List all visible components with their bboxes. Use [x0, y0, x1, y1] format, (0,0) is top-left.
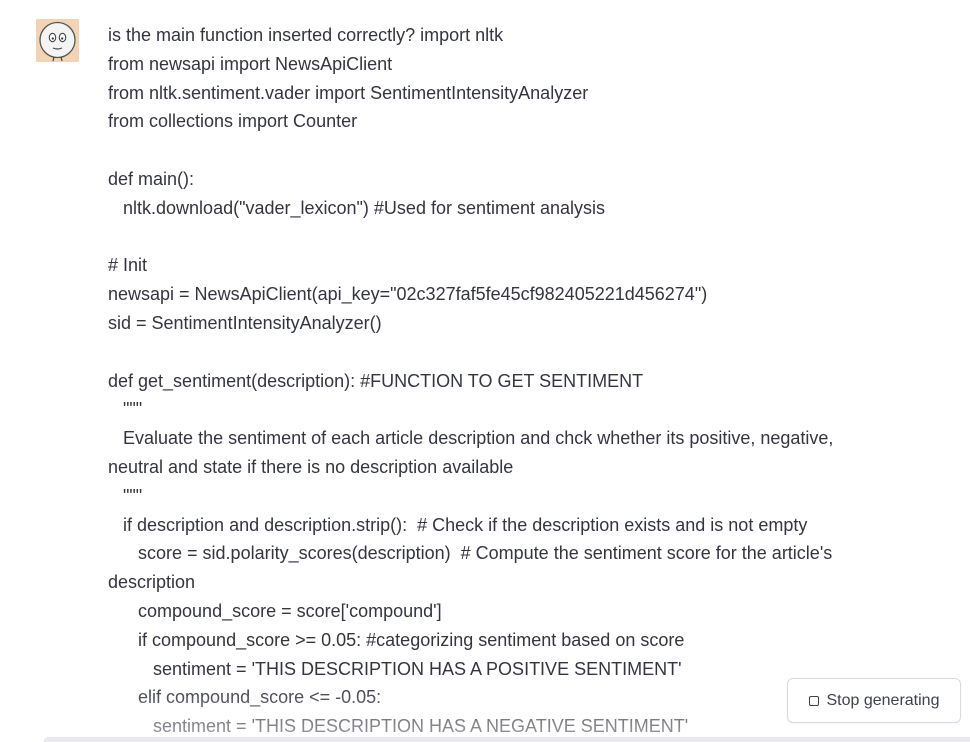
- message-line: [108, 338, 898, 367]
- message-line: from nltk.sentiment.vader import Sentime…: [108, 82, 589, 103]
- message-line: def main():: [108, 168, 195, 189]
- composer-edge: [44, 737, 970, 742]
- user-message: is the main function inserted correctly?…: [108, 21, 898, 741]
- message-line: compound_score = score['compound']: [108, 600, 442, 621]
- stop-square-icon: [808, 695, 819, 706]
- message-line: """: [108, 399, 143, 420]
- message-line: is the main function inserted correctly?…: [108, 25, 504, 45]
- user-avatar: [36, 19, 79, 62]
- message-line: def get_sentiment(description): #FUNCTIO…: [108, 370, 644, 391]
- message-line: newsapi = NewsApiClient(api_key="02c327f…: [108, 284, 708, 305]
- message-line: [108, 223, 898, 252]
- message-line: # Init: [108, 255, 148, 276]
- message-line: if description and description.strip(): …: [108, 514, 808, 535]
- message-line: score = sid.polarity_scores(description)…: [108, 543, 833, 564]
- message-line: Evaluate the sentiment of each article d…: [108, 428, 834, 449]
- message-line: sid = SentimentIntensityAnalyzer(): [108, 312, 382, 333]
- stop-generating-button[interactable]: Stop generating: [787, 678, 961, 723]
- message-line: nltk.download("vader_lexicon") #Used for…: [108, 197, 606, 218]
- message-line: sentiment = 'THIS DESCRIPTION HAS A POSI…: [108, 658, 682, 679]
- stop-generating-label: Stop generating: [826, 691, 940, 709]
- message-line: neutral and state if there is no descrip…: [108, 456, 514, 477]
- message-line: [108, 136, 898, 165]
- message-line: from collections import Counter: [108, 111, 358, 132]
- cartoon-face-avatar-icon: [36, 19, 79, 62]
- message-line: from newsapi import NewsApiClient: [108, 53, 393, 74]
- message-line: if compound_score >= 0.05: #categorizing…: [108, 629, 685, 650]
- message-line: """: [108, 485, 143, 506]
- message-line: elif compound_score <= -0.05:: [108, 687, 382, 708]
- message-line: description: [108, 572, 196, 593]
